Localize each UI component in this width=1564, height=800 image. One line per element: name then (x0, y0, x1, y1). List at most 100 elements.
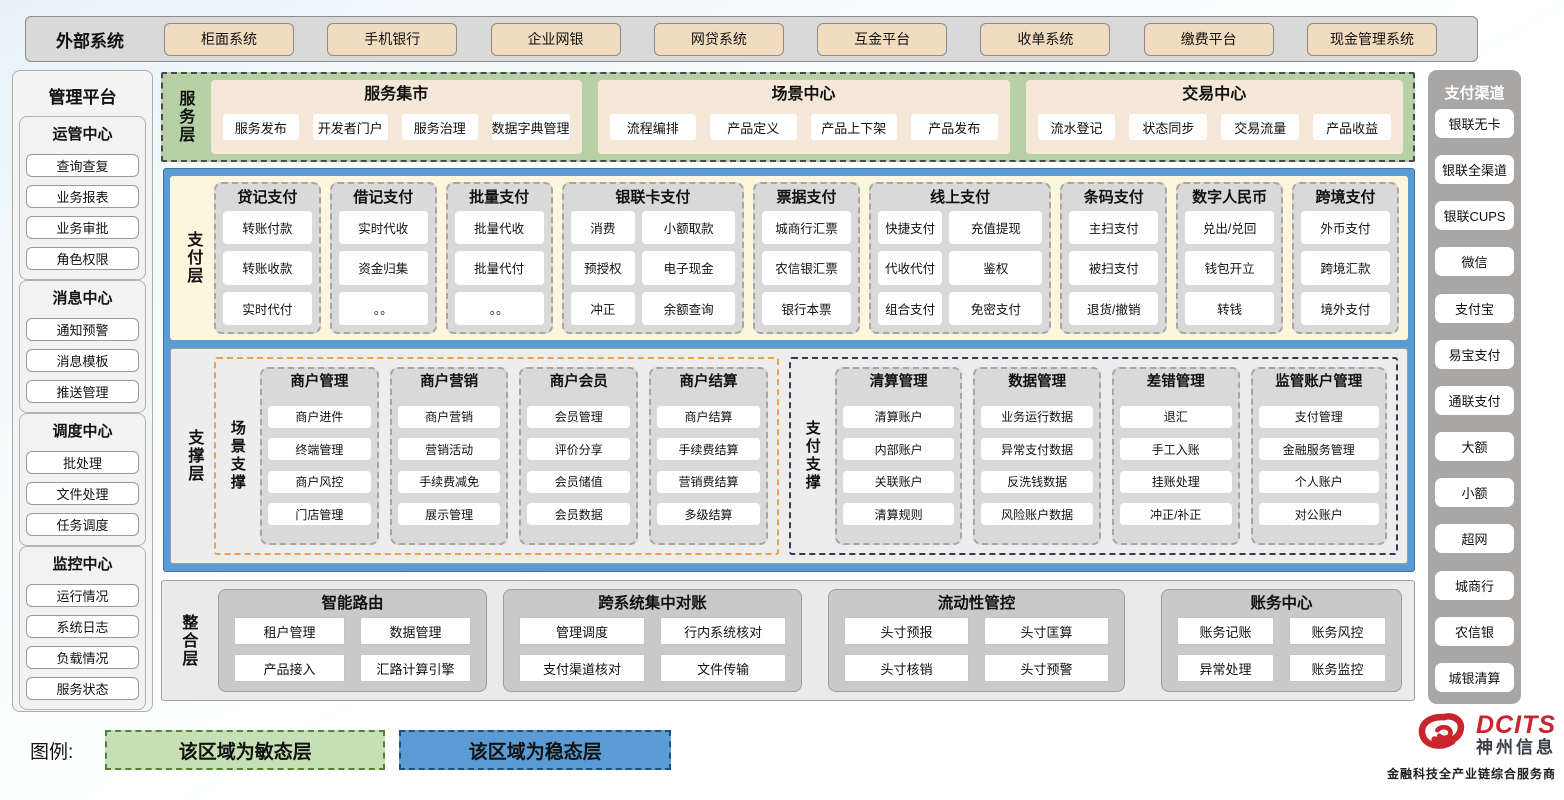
payment-column: 条码支付主扫支付被扫支付退货/撤销 (1060, 182, 1167, 334)
payment-channel-chip: 大额 (1435, 432, 1514, 461)
support-item-chip: 内部账户 (843, 438, 955, 460)
management-item-chip: 文件处理 (26, 482, 139, 505)
support-column: 商户会员会员管理评价分享会员储值会员数据 (519, 367, 638, 545)
payment-column: 票据支付城商行汇票农信银汇票银行本票 (753, 182, 860, 334)
service-group-items: 流程编排产品定义产品上下架产品发布 (610, 107, 998, 147)
support-group: 场景支撑商户管理商户进件终端管理商户风控门店管理商户营销商户营销营销活动手续费减… (214, 357, 779, 555)
service-item-chip: 流水登记 (1038, 114, 1116, 140)
payment-column: 借记支付实时代收资金归集。。 (330, 182, 437, 334)
payment-item-chip: 境外支付 (1301, 292, 1390, 325)
service-layer: 服务层 服务集市服务发布开发者门户服务治理数据字典管理场景中心流程编排产品定义产… (161, 72, 1415, 162)
payment-column-title: 批量支付 (455, 185, 544, 211)
support-group: 支付支撑清算管理清算账户内部账户关联账户清算规则数据管理业务运行数据异常支付数据… (789, 357, 1398, 555)
support-item-chip: 终端管理 (268, 438, 371, 460)
payment-column-items: 外币支付跨境汇款境外支付 (1301, 211, 1390, 325)
support-item-chip: 对公账户 (1259, 503, 1379, 525)
service-item-chip: 产品发布 (911, 114, 998, 140)
management-item-chip: 任务调度 (26, 513, 139, 536)
management-groups: 运管中心查询查复业务报表业务审批角色权限消息中心通知预警消息模板推送管理调度中心… (19, 116, 146, 710)
support-column: 监管账户管理支付管理金融服务管理个人账户对公账户 (1251, 367, 1387, 545)
integration-item-chip: 汇路计算引擎 (360, 654, 471, 682)
support-item-chip: 支付管理 (1259, 406, 1379, 428)
support-item-chip: 清算账户 (843, 406, 955, 428)
external-system-chip: 企业网银 (491, 23, 621, 56)
integration-group-title: 跨系统集中对账 (519, 591, 786, 617)
payment-layer: 支付层 贷记支付转账付款转账收款实时代付借记支付实时代收资金归集。。批量支付批量… (170, 176, 1408, 340)
support-item-chip: 展示管理 (398, 503, 501, 525)
management-item-chip: 查询查复 (26, 154, 139, 177)
service-group: 交易中心流水登记状态同步交易流量产品收益 (1026, 80, 1403, 154)
payment-channel-chip: 支付宝 (1435, 294, 1514, 323)
service-item-chip: 开发者门户 (313, 114, 389, 140)
payment-columns: 贷记支付转账付款转账收款实时代付借记支付实时代收资金归集。。批量支付批量代收批量… (214, 182, 1399, 334)
external-systems-list: 柜面系统手机银行企业网银网贷系统互金平台收单系统缴费平台现金管理系统 (164, 23, 1437, 56)
payment-channels-list: 银联无卡银联全渠道银联CUPS微信支付宝易宝支付通联支付大额小额超网城商行农信银… (1435, 109, 1514, 692)
support-column-items: 业务运行数据异常支付数据反洗钱数据风险账户数据 (981, 395, 1093, 536)
payment-channel-chip: 城银清算 (1435, 663, 1514, 692)
service-item-chip: 产品收益 (1313, 114, 1391, 140)
support-item-chip: 会员管理 (527, 406, 630, 428)
integration-item-chip: 账务记账 (1177, 617, 1274, 645)
payment-item-chip: 兑出/兑回 (1185, 211, 1274, 244)
integration-group-title: 智能路由 (234, 591, 471, 617)
payment-item-chip: 代收代付 (878, 251, 943, 284)
service-item-chip: 服务发布 (223, 114, 299, 140)
integration-group-items: 账务记账账务风控异常处理账务监控 (1177, 617, 1386, 682)
support-column-title: 商户会员 (527, 370, 630, 395)
support-column: 数据管理业务运行数据异常支付数据反洗钱数据风险账户数据 (973, 367, 1101, 545)
management-group-title: 消息中心 (26, 284, 139, 310)
payment-column-items: 城商行汇票农信银汇票银行本票 (762, 211, 851, 325)
integration-group-title: 账务中心 (1177, 591, 1386, 617)
payment-column-items: 批量代收批量代付。。 (455, 211, 544, 325)
external-system-chip: 网贷系统 (654, 23, 784, 56)
payment-column: 贷记支付转账付款转账收款实时代付 (214, 182, 321, 334)
payment-item-chip: 退货/撤销 (1069, 292, 1158, 325)
support-column-items: 商户结算手续费结算营销费结算多级结算 (657, 395, 760, 536)
management-item-chip: 业务报表 (26, 185, 139, 208)
management-item-chip: 通知预警 (26, 318, 139, 341)
payment-column-items: 转账付款转账收款实时代付 (223, 211, 312, 325)
service-item-chip: 流程编排 (610, 114, 697, 140)
management-group: 调度中心批处理文件处理任务调度 (19, 413, 146, 546)
service-group-items: 服务发布开发者门户服务治理数据字典管理 (223, 107, 570, 147)
payment-channel-chip: 通联支付 (1435, 386, 1514, 415)
management-platform-panel: 管理平台 运管中心查询查复业务报表业务审批角色权限消息中心通知预警消息模板推送管… (12, 70, 153, 712)
legend: 图例: 该区域为敏态层 该区域为稳态层 (30, 730, 671, 770)
integration-item-chip: 账务风控 (1289, 617, 1386, 645)
integration-group-items: 头寸预报头寸匡算头寸核销头寸预警 (844, 617, 1109, 682)
payment-item-chip: 城商行汇票 (762, 211, 851, 244)
integration-layer: 整合层 智能路由租户管理数据管理产品接入汇路计算引擎跨系统集中对账管理调度行内系… (161, 580, 1415, 701)
service-item-chip: 产品定义 (710, 114, 797, 140)
support-column-title: 监管账户管理 (1259, 370, 1379, 395)
integration-item-chip: 头寸预报 (844, 617, 969, 645)
management-group-title: 监控中心 (26, 550, 139, 576)
legend-label: 图例: (30, 737, 73, 764)
management-item-chip: 消息模板 (26, 349, 139, 372)
support-item-chip: 多级结算 (657, 503, 760, 525)
payment-item-chip: 钱包开立 (1185, 251, 1274, 284)
payment-column-items: 快捷支付充值提现代收代付鉴权组合支付免密支付 (878, 211, 1042, 325)
payment-column-title: 条码支付 (1069, 185, 1158, 211)
payment-column-title: 借记支付 (339, 185, 428, 211)
support-column-title: 商户营销 (398, 370, 501, 395)
support-column-items: 退汇手工入账挂账处理冲正/补正 (1120, 395, 1232, 536)
support-item-chip: 清算规则 (843, 503, 955, 525)
external-system-chip: 柜面系统 (164, 23, 294, 56)
support-column-title: 差错管理 (1120, 370, 1232, 395)
support-item-chip: 会员数据 (527, 503, 630, 525)
management-item-chip: 负载情况 (26, 646, 139, 669)
service-layer-label: 服务层 (171, 80, 197, 154)
service-group-title: 场景中心 (610, 82, 998, 107)
service-group: 场景中心流程编排产品定义产品上下架产品发布 (598, 80, 1010, 154)
payment-item-chip: 转账付款 (223, 211, 312, 244)
external-system-chip: 现金管理系统 (1307, 23, 1437, 56)
integration-group: 流动性管控头寸预报头寸匡算头寸核销头寸预警 (828, 589, 1125, 692)
payment-column-items: 主扫支付被扫支付退货/撤销 (1069, 211, 1158, 325)
payment-column: 线上支付快捷支付充值提现代收代付鉴权组合支付免密支付 (869, 182, 1051, 334)
payment-channel-chip: 易宝支付 (1435, 340, 1514, 369)
payment-column-title: 线上支付 (878, 185, 1042, 211)
management-item-chip: 服务状态 (26, 677, 139, 700)
support-item-chip: 商户风控 (268, 471, 371, 493)
integration-group-items: 管理调度行内系统核对支付渠道核对文件传输 (519, 617, 786, 682)
support-item-chip: 门店管理 (268, 503, 371, 525)
